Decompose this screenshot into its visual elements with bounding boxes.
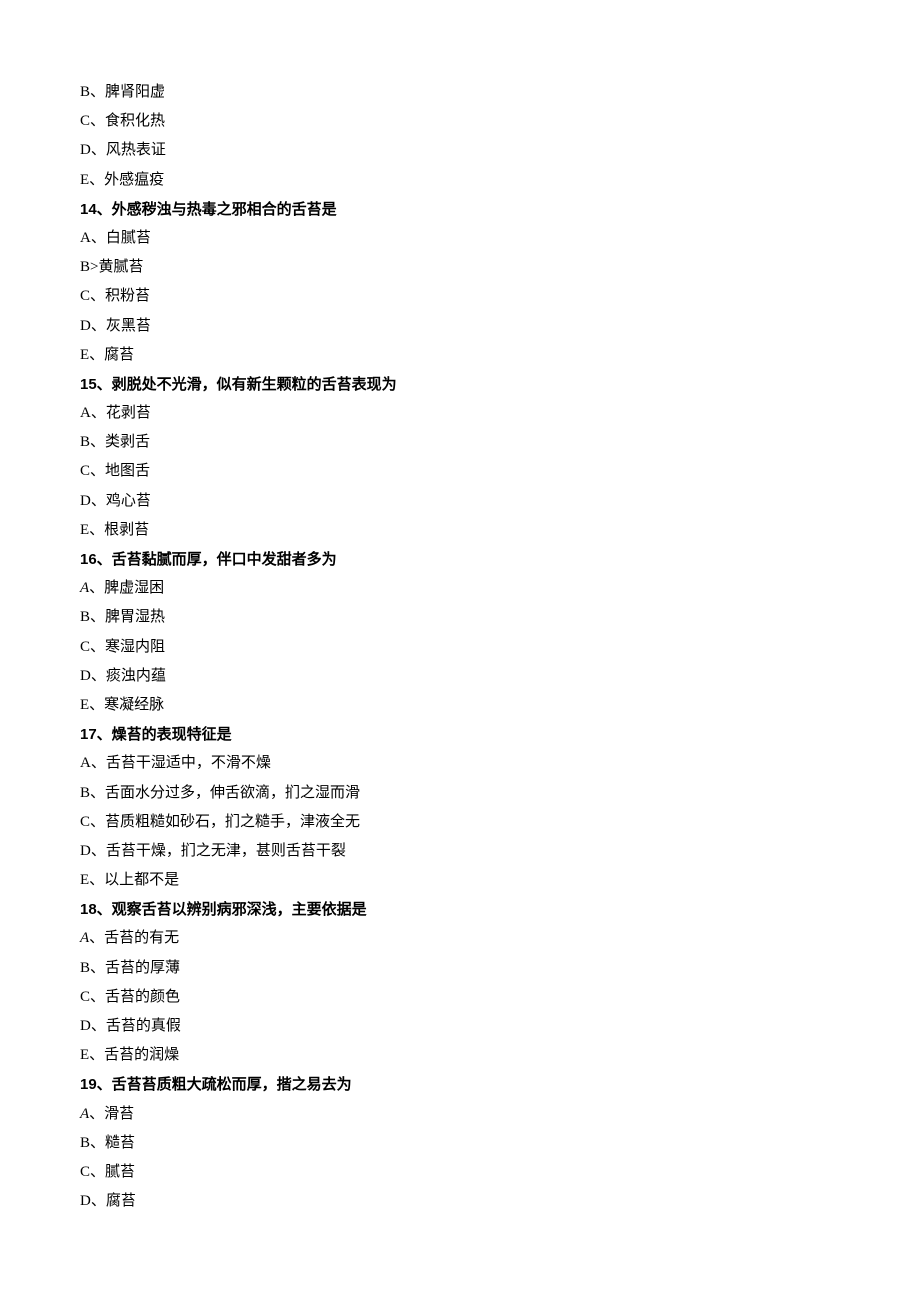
option-line: D、舌苔干燥，扪之无津，甚则舌苔干裂 [80,844,840,859]
option-line: B、脾胃湿热 [80,610,840,625]
question-heading: 17、燥苔的表现特征是 [80,727,840,742]
option-line: E、腐苔 [80,348,840,363]
option-line: D、灰黑苔 [80,319,840,334]
option-text: 、滑苔 [89,1106,134,1122]
option-line: D、痰浊内蕴 [80,669,840,684]
option-line: A、白腻苔 [80,231,840,246]
option-line: A、滑苔 [80,1107,840,1122]
question-heading: 19、舌苔苔质粗大疏松而厚，揩之易去为 [80,1077,840,1092]
question-heading: 14、外感秽浊与热毒之邪相合的舌苔是 [80,202,840,217]
option-line: D、鸡心苔 [80,494,840,509]
option-line: C、腻苔 [80,1165,840,1180]
option-line: A、舌苔干湿适中，不滑不燥 [80,756,840,771]
option-line: C、积粉苔 [80,289,840,304]
option-line: A、脾虚湿困 [80,581,840,596]
option-text: 、脾虚湿困 [89,580,164,596]
option-line: E、寒凝经脉 [80,698,840,713]
option-line: B、舌面水分过多，伸舌欲滴，扪之湿而滑 [80,786,840,801]
option-line: B、脾肾阳虚 [80,85,840,100]
option-line: B、类剥舌 [80,435,840,450]
option-line: D、风热表证 [80,143,840,158]
option-line: C、地图舌 [80,464,840,479]
document-page: B、脾肾阳虚 C、食积化热 D、风热表证 E、外感瘟疫 14、外感秽浊与热毒之邪相合的舌… [0,0,840,1209]
option-line: A、舌苔的有无 [80,931,840,946]
option-line: D、腐苔 [80,1194,840,1209]
option-line: C、苔质粗糙如砂石，扪之糙手，津液全无 [80,815,840,830]
option-line: C、寒湿内阻 [80,640,840,655]
option-line: A、花剥苔 [80,406,840,421]
question-heading: 16、舌苔黏腻而厚，伴口中发甜者多为 [80,552,840,567]
option-letter: A [80,930,89,946]
option-letter: A [80,1106,89,1122]
option-line: B、糙苔 [80,1136,840,1151]
option-line: E、根剥苔 [80,523,840,538]
option-line: E、外感瘟疫 [80,173,840,188]
option-line: B、舌苔的厚薄 [80,961,840,976]
option-line: C、舌苔的颜色 [80,990,840,1005]
option-line: E、舌苔的润燥 [80,1048,840,1063]
option-line: B>黄腻苔 [80,260,840,275]
option-line: D、舌苔的真假 [80,1019,840,1034]
question-heading: 18、观察舌苔以辨别病邪深浅，主要依据是 [80,902,840,917]
option-line: E、以上都不是 [80,873,840,888]
option-line: C、食积化热 [80,114,840,129]
option-text: 、舌苔的有无 [89,930,179,946]
question-heading: 15、剥脱处不光滑，似有新生颗粒的舌苔表现为 [80,377,840,392]
option-letter: A [80,580,89,596]
